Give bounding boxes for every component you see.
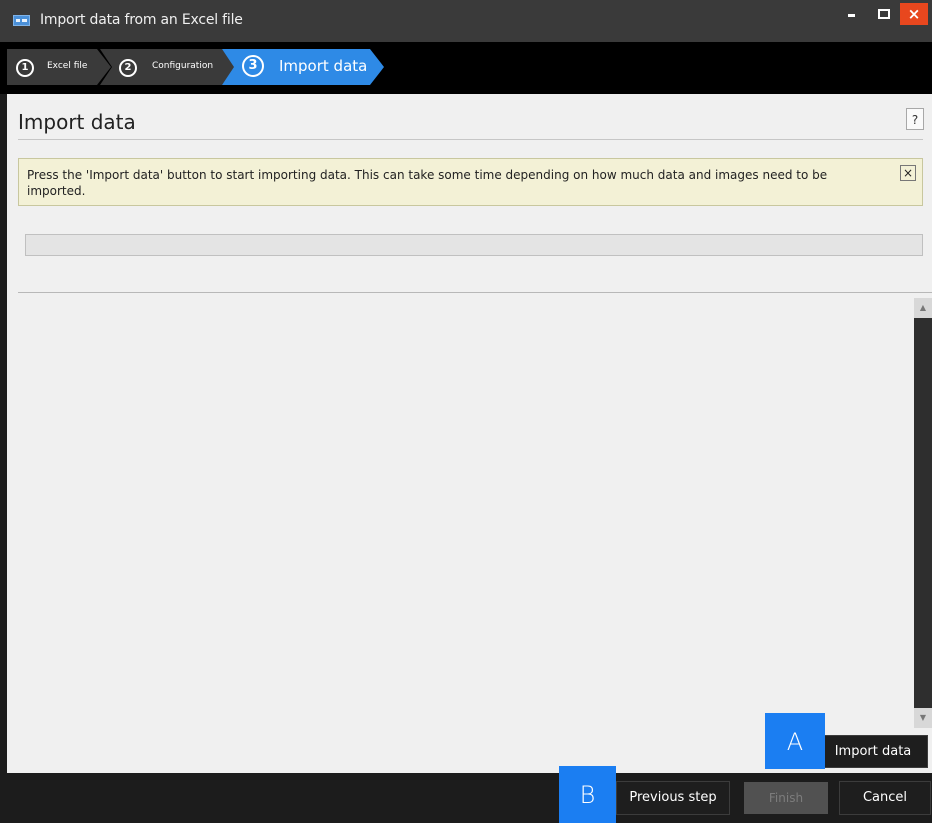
previous-step-button[interactable]: Previous step [616, 781, 730, 815]
vertical-scrollbar[interactable]: ▲ ▼ [914, 298, 932, 728]
content-panel: Import data ? Press the 'Import data' bu… [7, 94, 932, 773]
step-number-icon: 2 [119, 59, 137, 77]
step-label: Excel file [47, 61, 88, 71]
info-notice: Press the 'Import data' button to start … [18, 158, 923, 206]
help-icon[interactable]: ? [906, 108, 924, 130]
close-icon[interactable]: × [900, 3, 928, 25]
notice-text: Press the 'Import data' button to start … [27, 168, 828, 198]
app-icon [13, 15, 30, 26]
wizard-step-bar: 1 Excel file 2 Configuration 3 Import da… [0, 42, 932, 94]
finish-button: Finish [744, 782, 828, 814]
callout-label-b: B [559, 766, 616, 823]
import-progress-bar [25, 234, 923, 256]
import-wizard-window: Import data from an Excel file × 1 Excel… [0, 0, 932, 823]
step-import-data[interactable]: 3 Import data [222, 49, 384, 85]
window-title: Import data from an Excel file [40, 12, 243, 28]
step-configuration[interactable]: 2 Configuration [100, 49, 236, 85]
step-label: Configuration [152, 61, 214, 71]
close-icon[interactable]: × [900, 165, 916, 181]
minimize-icon[interactable] [839, 3, 865, 25]
title-divider [18, 139, 923, 140]
section-divider [18, 292, 932, 293]
step-label: Import data [279, 57, 368, 75]
step-number-icon: 3 [242, 55, 264, 77]
scroll-down-arrow-icon[interactable]: ▼ [914, 708, 932, 728]
maximize-icon[interactable] [870, 3, 896, 25]
title-bar[interactable]: Import data from an Excel file × [0, 0, 932, 42]
import-log-area[interactable] [18, 299, 914, 726]
cancel-button[interactable]: Cancel [839, 781, 931, 815]
step-number-icon: 1 [16, 59, 34, 77]
scroll-up-arrow-icon[interactable]: ▲ [914, 298, 932, 318]
import-data-button[interactable]: Import data [818, 735, 928, 768]
step-excel-file[interactable]: 1 Excel file [7, 49, 111, 85]
callout-label-a: A [765, 713, 825, 769]
page-title: Import data [18, 110, 136, 134]
